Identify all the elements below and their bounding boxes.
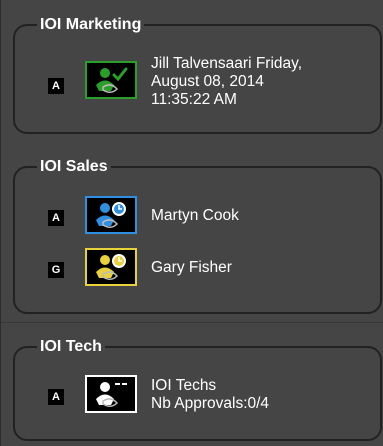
approver-row[interactable]: G Gary Fisher bbox=[15, 248, 380, 288]
approver-line-1: Jill Talvensaari Friday, bbox=[151, 55, 303, 72]
approver-role-badge: A bbox=[48, 78, 64, 94]
approver-row[interactable]: A Martyn Cook bbox=[15, 196, 380, 236]
group-ioi-marketing: IOI Marketing A Jill Talvensaari Friday,… bbox=[13, 14, 382, 134]
approver-group-info: IOI Techs Nb Approvals:0/4 bbox=[151, 377, 269, 413]
approver-name: Martyn Cook bbox=[151, 207, 239, 224]
approver-row[interactable]: A Jill Talvensaari Friday, August 08, 20… bbox=[15, 55, 380, 115]
approver-row[interactable]: A IOI Techs Nb Approvals:0/4 bbox=[15, 373, 380, 413]
approver-role-badge: G bbox=[48, 262, 64, 278]
approval-count: Nb Approvals:0/4 bbox=[151, 395, 270, 412]
user-approved-icon[interactable] bbox=[85, 61, 137, 99]
approver-name: Gary Fisher bbox=[151, 259, 232, 276]
group-ioi-tech: IOI Tech A IOI Techs Nb Approvals:0/4 bbox=[13, 336, 382, 441]
approver-name-date: Jill Talvensaari Friday, August 08, 2014… bbox=[151, 55, 302, 109]
approver-role-badge: A bbox=[48, 389, 64, 405]
approver-line-3: 11:35:22 AM bbox=[151, 91, 237, 108]
user-pending-icon[interactable] bbox=[85, 248, 137, 286]
group-title: IOI Tech bbox=[37, 336, 105, 358]
approver-line-2: August 08, 2014 bbox=[151, 73, 264, 90]
approver-group-name: IOI Techs bbox=[151, 377, 217, 394]
group-title: IOI Marketing bbox=[37, 14, 145, 36]
group-title: IOI Sales bbox=[37, 156, 111, 178]
user-pending-icon[interactable] bbox=[85, 196, 137, 234]
approval-panel: IOI Marketing A Jill Talvensaari Friday,… bbox=[0, 0, 383, 446]
group-ioi-sales: IOI Sales A Martyn Cook G Gary Fisher bbox=[13, 156, 382, 314]
approver-role-badge: A bbox=[48, 210, 64, 226]
divider bbox=[1, 322, 383, 323]
group-waiting-icon[interactable] bbox=[85, 375, 137, 413]
